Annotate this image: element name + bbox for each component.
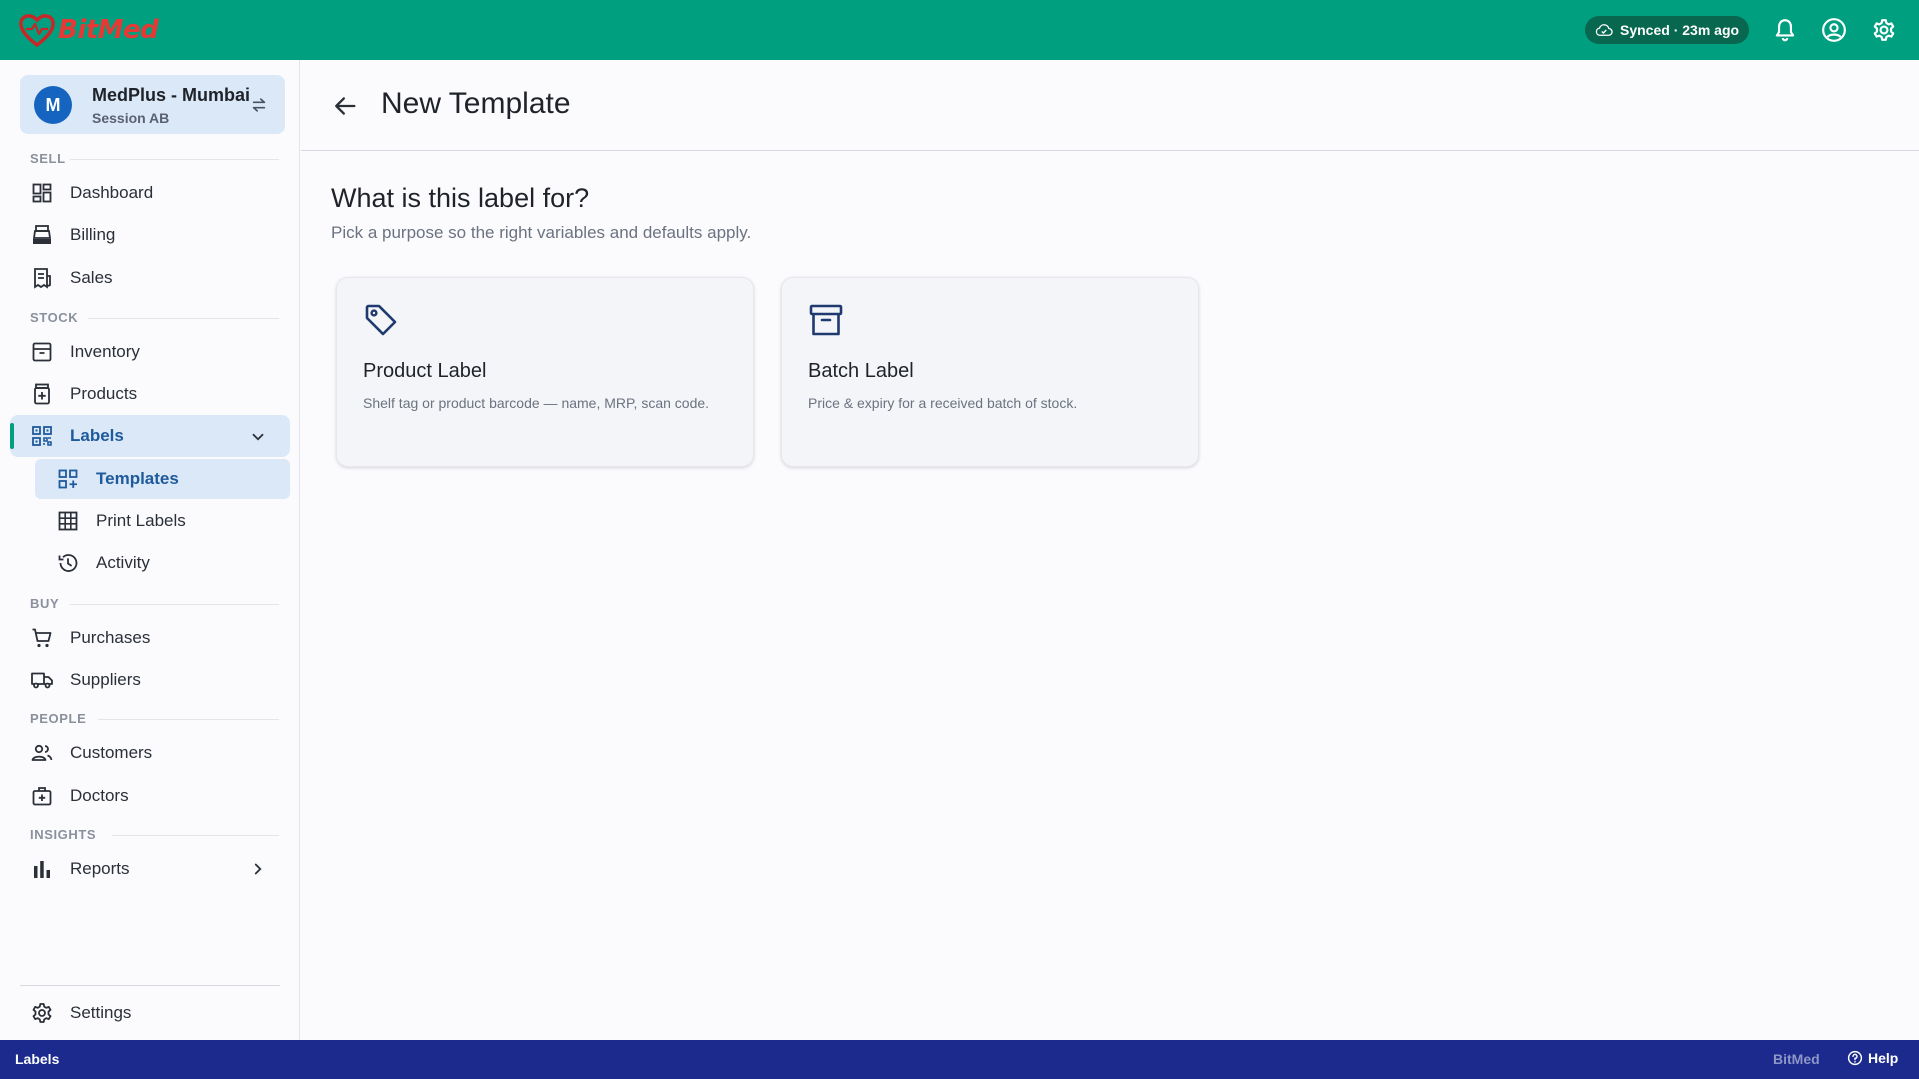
page-header: New Template (301, 60, 1919, 151)
status-section: Labels (15, 1051, 60, 1067)
store-name: MedPlus - Mumbai (92, 85, 251, 105)
sidebar-item-label: Inventory (70, 342, 140, 361)
section-divider (98, 719, 279, 720)
help-button[interactable]: Help (1847, 1050, 1898, 1066)
sidebar-item-label: Templates (96, 469, 179, 488)
back-arrow-icon[interactable] (331, 92, 359, 120)
sidebar: M MedPlus - Mumbai Session AB SELL Dashb… (0, 60, 300, 1040)
sidebar-item-settings[interactable]: Settings (30, 993, 285, 1033)
sync-status-badge[interactable]: Synced · 23m ago (1585, 16, 1750, 44)
page-title: New Template (381, 87, 571, 120)
medical-bag-icon (32, 787, 52, 806)
sync-status-text: Synced · 23m ago (1620, 22, 1740, 38)
sidebar-item-label: Settings (70, 1003, 132, 1022)
store-session: Session AB (92, 110, 170, 126)
truck-icon (31, 672, 53, 689)
table-grid-icon (58, 511, 78, 531)
sidebar-item-purchases[interactable]: Purchases (30, 618, 285, 658)
sidebar-item-label: Reports (70, 859, 130, 878)
grid-plus-icon (58, 469, 78, 489)
sidebar-item-inventory[interactable]: Inventory (30, 332, 285, 372)
sidebar-item-suppliers[interactable]: Suppliers (30, 660, 285, 700)
medicine-bottle-icon (34, 383, 50, 405)
sidebar-item-dashboard[interactable]: Dashboard (30, 173, 285, 213)
avatar: M (34, 86, 72, 124)
chevron-right-icon[interactable] (249, 860, 267, 878)
sidebar-item-label: Customers (70, 743, 153, 762)
sidebar-item-label: Labels (70, 426, 124, 445)
help-label: Help (1868, 1050, 1899, 1066)
dashboard-icon (32, 183, 52, 203)
history-icon (58, 554, 78, 572)
gear-icon (32, 1003, 52, 1023)
gear-icon[interactable] (1871, 17, 1897, 43)
sidebar-subitem-activity[interactable]: Activity (56, 543, 286, 583)
status-bar: Labels BitMed Help (0, 1040, 1919, 1079)
help-circle-icon (1847, 1050, 1863, 1066)
batch-label-card[interactable]: Batch Label Price & expiry for a receive… (781, 277, 1199, 467)
chevron-down-icon[interactable] (249, 428, 267, 446)
sidebar-item-labels[interactable]: Labels (30, 416, 285, 456)
sidebar-item-doctors[interactable]: Doctors (30, 776, 285, 816)
cash-register-icon (32, 225, 52, 244)
sidebar-item-label: Billing (70, 225, 116, 244)
product-label-card[interactable]: Product Label Shelf tag or product barco… (336, 277, 754, 467)
sidebar-item-label: Sales (70, 268, 113, 287)
sidebar-divider (20, 985, 280, 986)
people-icon (31, 744, 53, 761)
sidebar-item-label: Purchases (70, 628, 151, 647)
active-indicator (10, 423, 14, 449)
tag-icon (365, 304, 397, 336)
sidebar-subitem-templates[interactable]: Templates (56, 459, 286, 499)
top-bar: BitMed Synced · 23m ago (0, 0, 1919, 60)
sidebar-item-label: Print Labels (96, 511, 186, 530)
swap-icon[interactable] (250, 96, 268, 114)
card-description: Shelf tag or product barcode — name, MRP… (363, 395, 710, 411)
card-description: Price & expiry for a received batch of s… (808, 395, 1078, 411)
sidebar-item-label: Dashboard (70, 183, 154, 202)
section-divider (88, 318, 279, 319)
section-label-buy: BUY (30, 596, 60, 611)
sidebar-item-billing[interactable]: Billing (30, 215, 285, 255)
sidebar-item-label: Activity (96, 553, 150, 572)
section-divider (70, 604, 279, 605)
archive-box-icon (32, 342, 52, 362)
archive-box-icon (809, 304, 843, 336)
sidebar-item-label: Products (70, 384, 138, 403)
section-divider (70, 159, 279, 160)
app-name: BitMed (58, 15, 159, 45)
section-label-people: PEOPLE (30, 711, 87, 726)
sidebar-item-customers[interactable]: Customers (30, 733, 285, 773)
heart-pulse-icon (19, 14, 55, 47)
account-circle-icon[interactable] (1821, 17, 1847, 43)
card-title: Product Label (363, 360, 487, 382)
store-switcher[interactable]: M MedPlus - Mumbai Session AB (20, 75, 285, 134)
status-brand: BitMed (1773, 1051, 1820, 1067)
section-label-stock: STOCK (30, 310, 79, 325)
section-label-sell: SELL (30, 151, 66, 166)
section-divider (112, 835, 279, 836)
bar-chart-icon (34, 861, 50, 878)
cloud-check-icon (1595, 24, 1613, 36)
receipt-icon (34, 268, 51, 289)
sidebar-subitem-print-labels[interactable]: Print Labels (56, 501, 286, 541)
sidebar-item-label: Doctors (70, 786, 129, 805)
section-label-insights: INSIGHTS (30, 827, 97, 842)
purpose-subtext: Pick a purpose so the right variables an… (331, 223, 752, 242)
purpose-question: What is this label for? (331, 183, 590, 213)
sidebar-item-sales[interactable]: Sales (30, 258, 285, 298)
card-title: Batch Label (808, 360, 914, 382)
bell-icon[interactable] (1772, 17, 1798, 43)
qr-code-icon (32, 426, 52, 446)
shopping-cart-icon (32, 628, 52, 648)
sidebar-item-reports[interactable]: Reports (30, 849, 285, 889)
sidebar-item-products[interactable]: Products (30, 374, 285, 414)
app-logo[interactable]: BitMed (18, 13, 159, 47)
sidebar-item-label: Suppliers (70, 670, 141, 689)
